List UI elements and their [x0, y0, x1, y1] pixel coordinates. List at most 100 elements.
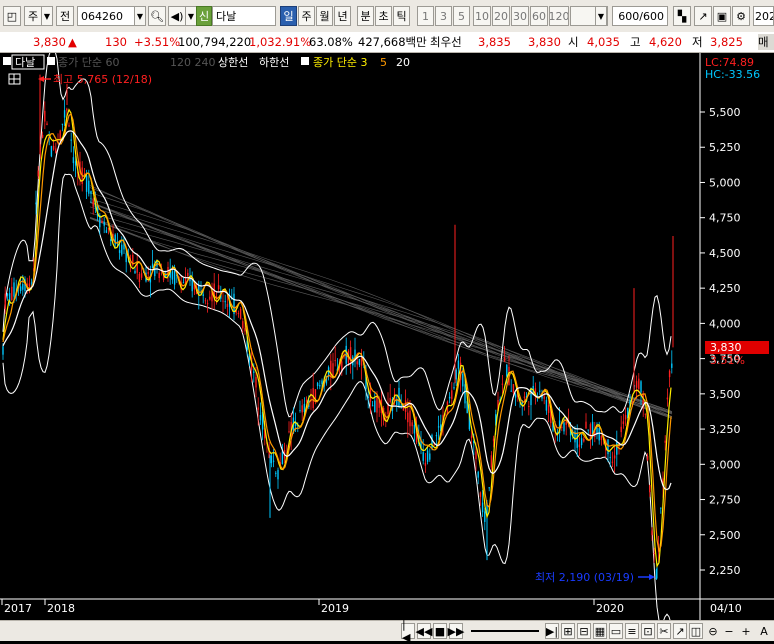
candle-body [92, 199, 94, 207]
candle-body [90, 190, 92, 195]
tools-icon[interactable]: ✂ [657, 623, 671, 639]
candle-body [288, 431, 290, 433]
scroll-forward-icon[interactable]: ▶▶ [448, 623, 464, 639]
candle-body [217, 285, 220, 290]
zoom-reset-icon[interactable]: ⊖ [706, 623, 720, 639]
candle-body [319, 385, 321, 387]
candle-body [371, 405, 374, 407]
count-input[interactable]: 600/600 [612, 6, 668, 26]
candle-body [147, 272, 149, 274]
ask-price: 3,835 [478, 35, 511, 49]
scroll-end-icon[interactable]: ▶| [545, 623, 559, 639]
y-tick-label: 4,000 [709, 317, 741, 330]
zoom-slider[interactable] [470, 623, 540, 639]
tab-year[interactable]: 년 [334, 6, 351, 26]
date-input[interactable]: 202 [753, 6, 774, 26]
long-ma-fan-line [89, 202, 673, 414]
interval-dropdown-icon[interactable]: ▼ [595, 6, 607, 26]
tab-week[interactable]: 주 [298, 6, 315, 26]
candle-body [187, 272, 189, 277]
candle-body [239, 308, 242, 319]
legend-square-icon [301, 57, 309, 65]
candle-body [242, 321, 244, 329]
scale-icon[interactable]: ⊡ [641, 623, 655, 639]
candle-body [429, 453, 431, 460]
scroll-back-icon[interactable]: ◀◀ [416, 623, 432, 639]
legend-ma5: 5 [380, 56, 387, 69]
chart-type-icon[interactable]: ▚ [673, 6, 691, 26]
stop-icon[interactable]: ■ [433, 623, 447, 639]
tab-month[interactable]: 월 [316, 6, 333, 26]
scroll-start-icon[interactable]: |◀ [401, 618, 415, 644]
y-tick-label: 5,250 [709, 141, 741, 154]
code-dropdown-icon[interactable]: ▼ [134, 6, 146, 26]
zoom-out-button[interactable]: − [723, 623, 735, 639]
interval-120[interactable]: 120 [549, 6, 569, 26]
tab-minute[interactable]: 분 [357, 6, 374, 26]
list-icon[interactable]: ≡ [625, 623, 639, 639]
draw-tool-icon[interactable]: ↗ [694, 6, 712, 26]
lower-limit-line [2, 173, 672, 626]
candle-body [576, 432, 578, 448]
candle-body [620, 426, 622, 433]
open-price: 4,035 [587, 35, 620, 49]
candle-body [138, 273, 141, 283]
candle-body [303, 403, 306, 413]
candle-body [400, 404, 402, 406]
interval-60[interactable]: 60 [530, 6, 548, 26]
period-dropdown-icon[interactable]: ▼ [41, 6, 53, 26]
indicator-icon[interactable]: ▦ [593, 623, 607, 639]
interval-10[interactable]: 10 [473, 6, 491, 26]
candle-body [426, 450, 429, 462]
candle-body [206, 303, 209, 305]
tab-tick[interactable]: 틱 [393, 6, 410, 26]
prev-button[interactable]: 전 [56, 6, 74, 26]
compare-icon[interactable]: ⊟ [577, 623, 591, 639]
candle-body [237, 313, 240, 315]
interval-3[interactable]: 3 [435, 6, 452, 26]
speaker-icon[interactable]: ◀) [168, 6, 186, 26]
interval-5[interactable]: 5 [453, 6, 470, 26]
stock-code-input[interactable]: 064260 [77, 6, 135, 26]
candle-body [640, 381, 642, 393]
camera-icon[interactable]: ◫ [689, 623, 703, 639]
candle-body [583, 438, 585, 442]
long-ma-fan-line [89, 198, 673, 419]
trade-button[interactable]: 매 [758, 34, 774, 50]
low-price: 3,825 [710, 35, 743, 49]
price-change-pct: +3.51% [134, 35, 181, 49]
candle-body [464, 384, 466, 404]
hc-value: HC:-33.56 [705, 68, 760, 81]
period-select[interactable]: 주 [24, 6, 42, 26]
current-pct-label: 3.51% [710, 354, 745, 367]
candle-body [66, 108, 68, 111]
candle-body [103, 221, 105, 226]
window-icon[interactable]: ◰ [3, 6, 21, 26]
interval-30[interactable]: 30 [511, 6, 529, 26]
trend-icon[interactable]: ↗ [673, 623, 687, 639]
gear-icon[interactable]: ⚙ [732, 6, 750, 26]
candle-body [607, 439, 609, 455]
save-icon[interactable]: ▣ [713, 6, 731, 26]
candle-body [578, 444, 581, 447]
candle-body [437, 426, 440, 428]
font-size-button[interactable]: A [757, 623, 771, 639]
candle-body [453, 387, 455, 389]
price-chart[interactable]: 5,500 5,250 5,000 4,750 4,500 4,250 4,000 3,750… [0, 48, 774, 626]
tab-day[interactable]: 일 [280, 6, 297, 26]
zoom-in-button[interactable]: + [740, 623, 752, 639]
candle-body [204, 300, 207, 302]
chart-canvas[interactable]: 5,5005,2505,0004,7504,5004,2504,0003,750… [0, 48, 774, 626]
y-tick-label: 5,000 [709, 176, 741, 189]
candle-body [52, 145, 55, 150]
search-icon[interactable]: 🔍︎ [148, 6, 166, 26]
tab-second[interactable]: 초 [375, 6, 392, 26]
ruler-icon[interactable]: ▭ [609, 623, 623, 639]
interval-1[interactable]: 1 [417, 6, 434, 26]
chart-layout-icon[interactable]: ⊞ [561, 623, 575, 639]
interval-20[interactable]: 20 [492, 6, 510, 26]
candle-body [448, 396, 451, 399]
candle-body [173, 270, 176, 285]
candle-body [651, 530, 653, 536]
candle-body [41, 134, 44, 138]
